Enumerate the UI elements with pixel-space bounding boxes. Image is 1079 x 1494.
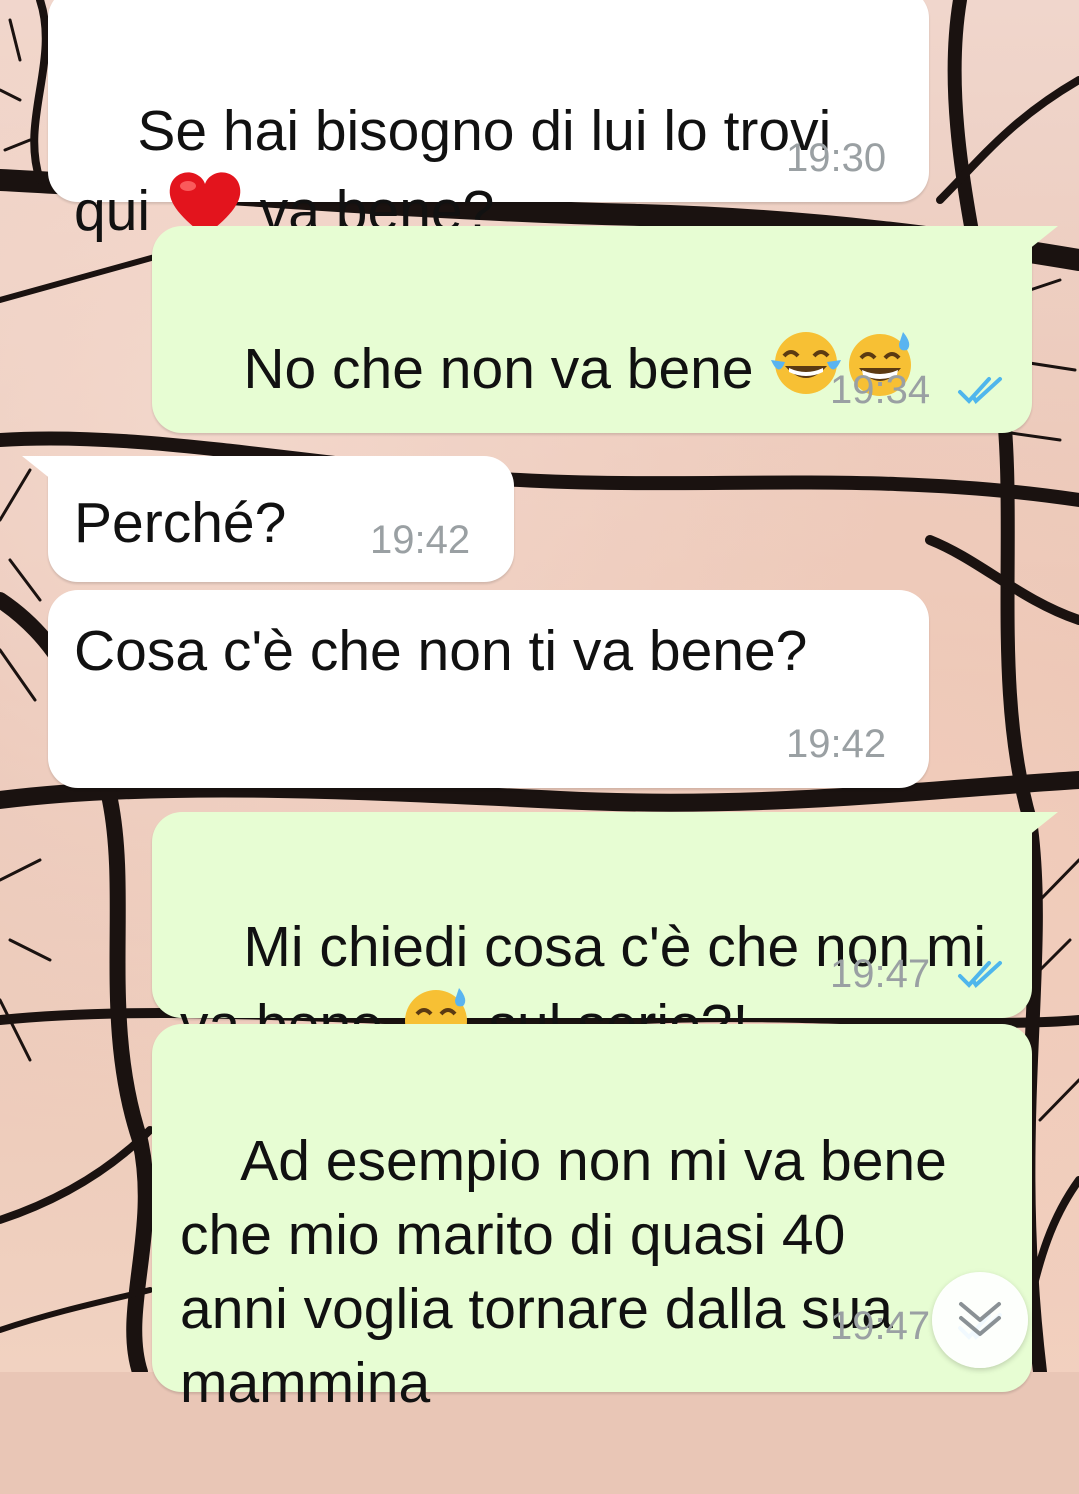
outgoing-message-bubble[interactable]: Ad esempio non mi va bene che mio marito … — [152, 1024, 1032, 1415]
message-line: anni voglia tornare dalla sua — [180, 1277, 893, 1341]
incoming-message-bubble[interactable]: Cosa c'è che non ti va bene? 19:42 — [48, 590, 929, 788]
double-chevron-down-icon — [959, 1302, 1001, 1336]
incoming-message-bubble[interactable]: Perché? 19:42 — [22, 456, 514, 582]
message-timestamp: 19:34 — [830, 368, 931, 412]
outgoing-message-bubble[interactable]: Mi chiedi cosa c'è che non miva bene sul… — [152, 812, 1058, 1057]
outgoing-message-bubble[interactable]: No che non va bene 19:34 — [152, 226, 1058, 433]
message-text: Perché? — [74, 491, 287, 555]
message-timestamp: 19:47 — [830, 952, 931, 996]
message-line: Ad esempio non mi va bene — [240, 1129, 947, 1193]
double-check-read-icon — [958, 377, 1002, 405]
message-line: qui — [74, 179, 151, 243]
bubble-tail — [22, 456, 52, 480]
message-line: che mio marito di quasi 40 — [180, 1203, 846, 1267]
message-text: Ad esempio non mi va bene che mio marito … — [180, 1050, 947, 1494]
message-timestamp: 19:42 — [370, 518, 471, 562]
bubble-tail — [1028, 812, 1058, 836]
message-timestamp: 19:30 — [786, 136, 887, 180]
message-timestamp: 19:42 — [786, 722, 887, 766]
double-check-read-icon — [958, 961, 1002, 989]
message-line: mammina — [180, 1351, 431, 1415]
message-line: Se hai bisogno di lui lo trovi — [137, 99, 832, 163]
scroll-to-bottom-button[interactable] — [932, 1272, 1028, 1368]
message-text: Cosa c'è che non ti va bene? — [74, 619, 808, 683]
message-timestamp: 19:47 — [830, 1304, 931, 1348]
message-text: No che non va bene — [180, 254, 917, 490]
message-line: No che non va bene — [243, 337, 754, 401]
bubble-tail — [1028, 226, 1058, 250]
incoming-message-bubble[interactable]: Se hai bisogno di lui lo trovi qui va ben… — [48, 0, 929, 243]
